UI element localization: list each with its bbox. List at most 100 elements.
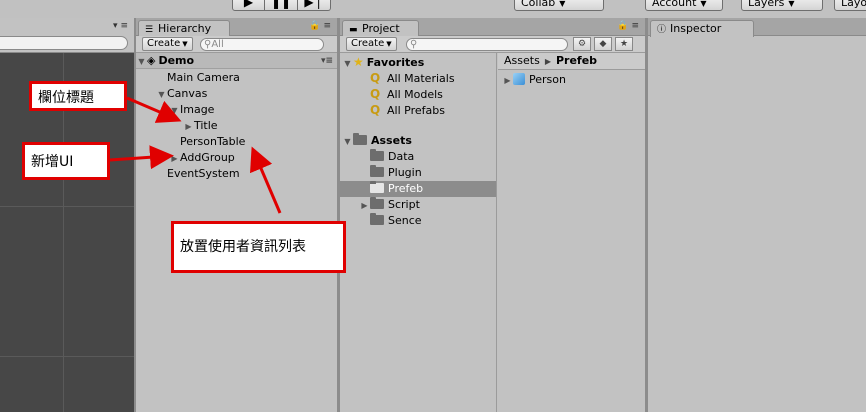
assets-label: Assets xyxy=(371,134,412,147)
favorite-star-icon[interactable]: ★ xyxy=(615,37,633,51)
scene-root-row[interactable]: ▼ ◈ Demo ▾≡ xyxy=(136,53,337,69)
prefab-cube-icon xyxy=(513,73,525,85)
folder-item-plugin[interactable]: Plugin xyxy=(340,165,496,181)
folder-label: Plugin xyxy=(388,166,422,179)
chevron-down-icon: ▼ xyxy=(386,40,392,48)
hierarchy-tab-strip: ☰ Hierarchy 🔒≡ xyxy=(136,18,337,37)
info-icon: ⓘ xyxy=(657,25,667,35)
hierarchy-item-eventsystem[interactable]: EventSystem xyxy=(136,166,337,182)
favorite-item[interactable]: Q All Models xyxy=(340,86,496,102)
hierarchy-item-label: Main Camera xyxy=(167,71,240,84)
layers-label: Layers xyxy=(748,0,785,9)
folder-item-sence[interactable]: Sence xyxy=(340,213,496,229)
breadcrumb-root[interactable]: Assets xyxy=(504,54,540,67)
grid-line xyxy=(0,206,134,207)
collapse-arrow-icon[interactable]: ▶ xyxy=(169,151,180,167)
hierarchy-toolbar: Create ▼ ⚲All xyxy=(136,36,337,53)
folder-icon xyxy=(370,149,384,161)
file-item-person[interactable]: ▶ Person xyxy=(498,72,645,88)
collapse-arrow-icon[interactable]: ▶ xyxy=(359,198,370,214)
step-button[interactable]: ▶❘ xyxy=(298,0,331,11)
tab-hierarchy[interactable]: ☰ Hierarchy xyxy=(138,20,231,37)
favorites-header[interactable]: ▼ ★ Favorites xyxy=(340,54,496,70)
folder-icon: ▬ xyxy=(349,25,358,35)
scene-search-input[interactable] xyxy=(0,36,128,50)
hierarchy-item-title[interactable]: ▶ Title xyxy=(136,118,337,134)
favorite-item[interactable]: Q All Prefabs xyxy=(340,102,496,118)
hierarchy-item-label: Canvas xyxy=(167,87,208,100)
folder-item-prefeb[interactable]: Prefeb xyxy=(340,181,496,197)
annotation-user-list: 放置使用者資訊列表 xyxy=(171,221,346,273)
tab-inspector[interactable]: ⓘ Inspector xyxy=(650,20,754,37)
inspector-tab-strip: ⓘ Inspector xyxy=(648,18,866,37)
layers-dropdown[interactable]: Layers ▼ xyxy=(741,0,823,11)
annotation-add-ui: 新增UI xyxy=(22,142,110,180)
annotation-field-title: 欄位標題 xyxy=(29,81,127,111)
lock-and-menu-icon[interactable]: 🔒≡ xyxy=(617,21,642,31)
filter-by-type-icon[interactable]: ⚙ xyxy=(573,37,591,51)
create-label: Create xyxy=(351,38,385,49)
collab-label: Collab xyxy=(521,0,556,9)
hierarchy-item-persontable[interactable]: PersonTable xyxy=(136,134,337,150)
hierarchy-item-main-camera[interactable]: Main Camera xyxy=(136,70,337,86)
scene-menu-icon[interactable]: ▾≡ xyxy=(321,53,333,69)
hierarchy-item-image[interactable]: ▼ Image xyxy=(136,102,337,118)
expand-arrow-icon[interactable]: ▼ xyxy=(136,54,147,70)
breadcrumb-current[interactable]: Prefeb xyxy=(556,54,597,67)
expand-arrow-icon[interactable]: ▼ xyxy=(169,103,180,119)
hierarchy-item-addgroup[interactable]: ▶ AddGroup xyxy=(136,150,337,166)
create-button[interactable]: Create ▼ xyxy=(142,37,193,51)
folder-item-data[interactable]: Data xyxy=(340,149,496,165)
folder-item-script[interactable]: ▶ Script xyxy=(340,197,496,213)
favorite-label: All Models xyxy=(387,88,443,101)
hierarchy-item-canvas[interactable]: ▼ Canvas xyxy=(136,86,337,102)
search-icon: Q xyxy=(370,103,381,117)
unity-logo-icon: ◈ xyxy=(147,54,156,67)
tab-project[interactable]: ▬ Project xyxy=(342,20,419,37)
chevron-down-icon: ▼ xyxy=(788,0,795,8)
play-button[interactable]: ▶ xyxy=(232,0,265,11)
filter-by-label-icon[interactable]: ◆ xyxy=(594,37,612,51)
expand-arrow-icon[interactable]: ▼ xyxy=(342,134,353,150)
assets-header[interactable]: ▼ Assets xyxy=(340,133,496,149)
project-search-input[interactable]: ⚲ xyxy=(406,38,568,51)
play-icon: ▶ xyxy=(243,0,254,9)
playback-controls: ▶ ❚❚ ▶❘ xyxy=(232,0,331,11)
favorites-label: Favorites xyxy=(366,56,425,69)
project-folder-tree: ▼ ★ Favorites Q All Materials Q All Models Q… xyxy=(340,53,497,412)
hierarchy-item-label: EventSystem xyxy=(167,167,240,180)
account-label: Account xyxy=(652,0,697,9)
favorite-label: All Prefabs xyxy=(387,104,445,117)
lock-and-menu-icon[interactable]: 🔒≡ xyxy=(309,21,334,31)
expand-arrow-icon[interactable]: ▼ xyxy=(156,87,167,103)
folder-icon xyxy=(370,181,384,193)
tab-label: Project xyxy=(362,22,400,35)
folder-icon xyxy=(370,165,384,177)
tab-label: Hierarchy xyxy=(158,22,212,35)
search-icon: ⚲ xyxy=(410,39,418,50)
favorite-item[interactable]: Q All Materials xyxy=(340,70,496,86)
account-dropdown[interactable]: Account ▼ xyxy=(645,0,723,11)
annotation-text: 放置使用者資訊列表 xyxy=(180,239,306,255)
create-button[interactable]: Create ▼ xyxy=(346,37,397,51)
folder-label: Prefeb xyxy=(388,182,424,195)
favorite-label: All Materials xyxy=(387,72,455,85)
hierarchy-item-label: PersonTable xyxy=(180,135,246,148)
hierarchy-search-input[interactable]: ⚲All xyxy=(200,38,324,51)
scene-view-panel[interactable]: ▾≡ xyxy=(0,18,134,412)
collab-dropdown[interactable]: Collab ▼ xyxy=(514,0,604,11)
layout-dropdown[interactable]: Layo xyxy=(834,0,866,11)
list-icon: ☰ xyxy=(145,25,154,35)
folder-icon xyxy=(370,213,384,225)
panel-menu-icon[interactable]: ▾≡ xyxy=(113,21,131,31)
collapse-arrow-icon[interactable]: ▶ xyxy=(183,119,194,135)
collapse-arrow-icon[interactable]: ▶ xyxy=(502,73,513,89)
pause-button[interactable]: ❚❚ xyxy=(265,0,298,11)
folder-icon xyxy=(353,133,367,145)
project-toolbar: Create ▼ ⚲ ⚙ ◆ ★ xyxy=(340,36,645,53)
breadcrumb: Assets ▶ Prefeb xyxy=(498,53,645,70)
search-icon: Q xyxy=(370,71,381,85)
annotation-text: 新增UI xyxy=(31,154,74,170)
project-tab-strip: ▬ Project 🔒≡ xyxy=(340,18,645,37)
project-file-view: Assets ▶ Prefeb ▶ Person xyxy=(498,53,645,412)
